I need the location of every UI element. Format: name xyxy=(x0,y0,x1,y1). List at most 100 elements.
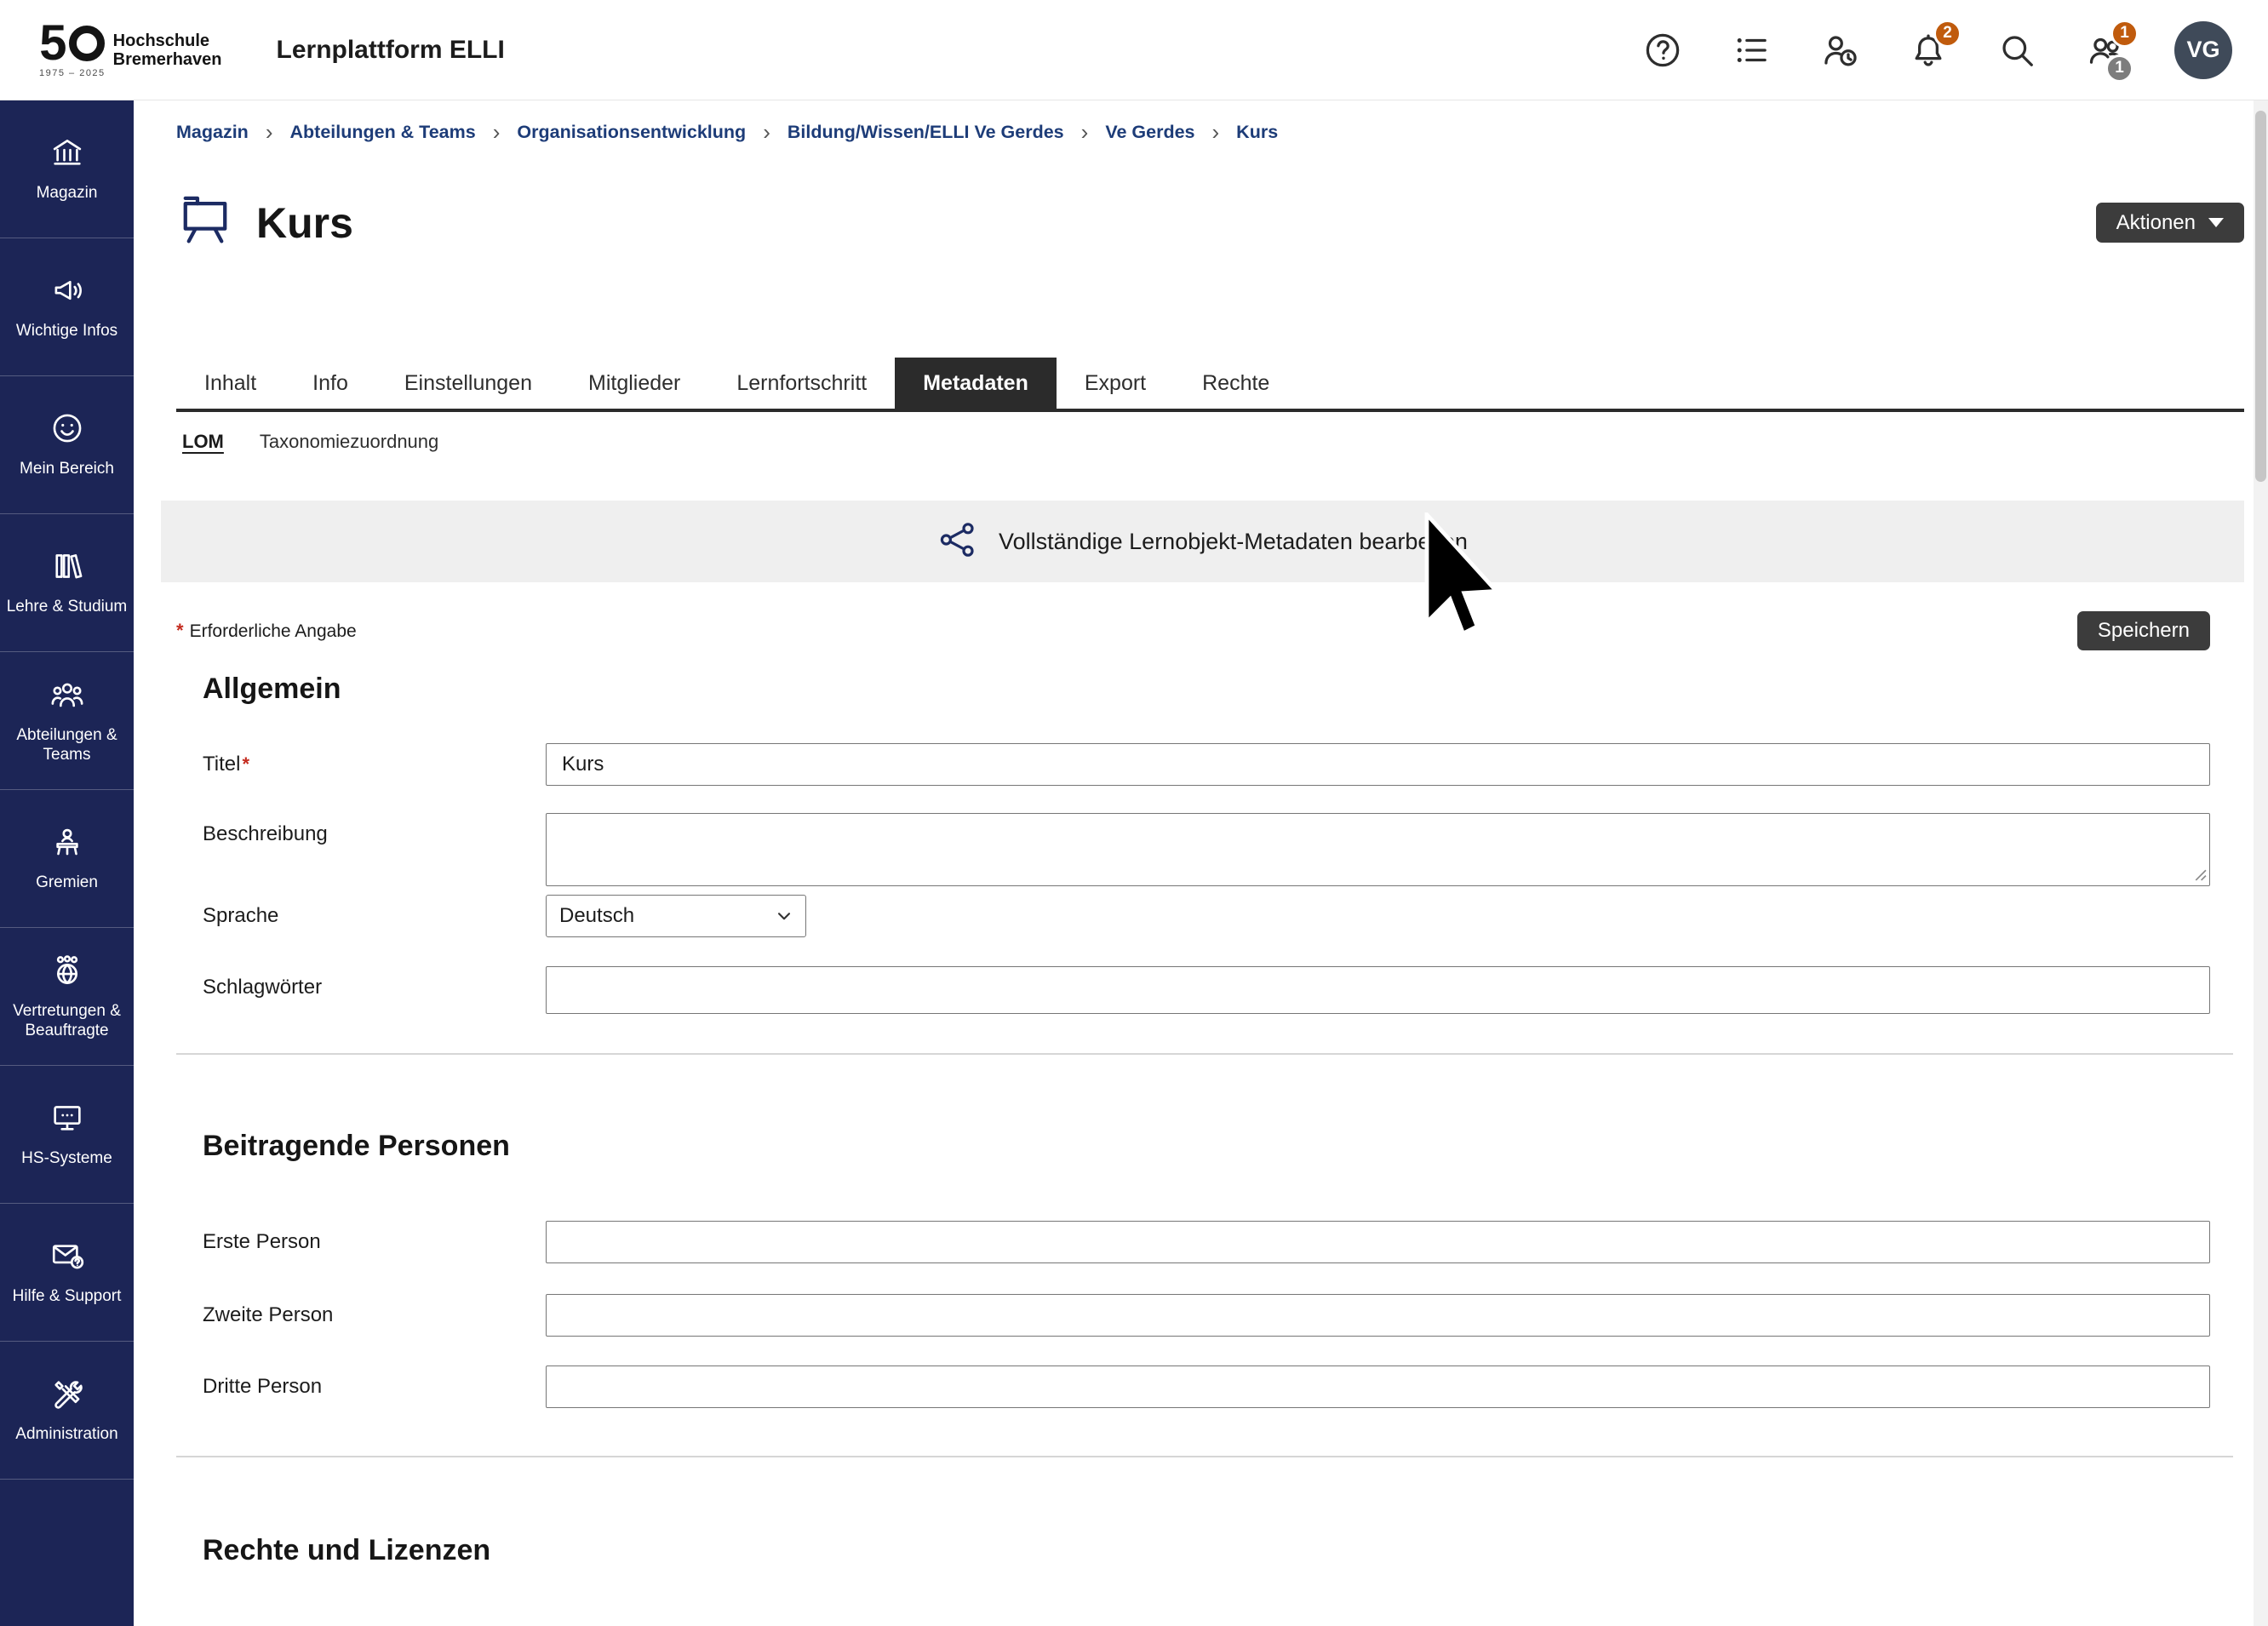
subtab-taxonomiezuordnung[interactable]: Taxonomiezuordnung xyxy=(260,431,438,453)
chevron-down-icon xyxy=(2208,218,2224,227)
monitor-icon xyxy=(49,1100,85,1140)
page-title-row: Kurs Aktionen xyxy=(176,169,2244,276)
sidebar-item-label: Hilfe & Support xyxy=(10,1286,124,1306)
scrollbar-thumb[interactable] xyxy=(2255,111,2266,482)
avatar[interactable]: VG xyxy=(2174,21,2232,79)
breadcrumb-item[interactable]: Organisationsentwicklung xyxy=(517,122,746,143)
beschreibung-textarea[interactable] xyxy=(546,813,2210,886)
dritte-person-label: Dritte Person xyxy=(203,1365,546,1399)
section-title-rechte: Rechte und Lizenzen xyxy=(203,1534,2244,1567)
contacts-badge-bottom: 1 xyxy=(2105,54,2133,83)
course-board-icon xyxy=(176,192,234,254)
tab-einstellungen[interactable]: Einstellungen xyxy=(376,358,560,409)
form-row-dritte-person: Dritte Person xyxy=(203,1365,2210,1408)
tab-rechte[interactable]: Rechte xyxy=(1174,358,1297,409)
todo-list-icon[interactable] xyxy=(1732,31,1771,70)
page-title: Kurs xyxy=(256,198,353,248)
tab-info[interactable]: Info xyxy=(284,358,376,409)
breadcrumb-item[interactable]: Ve Gerdes xyxy=(1105,122,1194,143)
search-icon[interactable] xyxy=(1997,31,2036,70)
logo-name-line2: Bremerhaven xyxy=(113,50,222,69)
titel-label-text: Titel xyxy=(203,753,240,776)
resize-handle-icon[interactable] xyxy=(2192,867,2207,881)
header-actions: 2 1 1 VG xyxy=(1643,21,2268,79)
sidebar-item-hilfe-support[interactable]: Hilfe & Support xyxy=(0,1204,134,1342)
sidebar-item-label: Magazin xyxy=(34,183,100,203)
app-title: Lernplattform ELLI xyxy=(277,36,505,65)
dritte-person-input[interactable] xyxy=(546,1365,2210,1408)
required-hint: *Erforderliche Angabe xyxy=(176,620,357,642)
contacts-badge-top: 1 xyxy=(2110,20,2139,48)
breadcrumb-item[interactable]: Kurs xyxy=(1236,122,1278,143)
sidebar-item-administration[interactable]: Administration xyxy=(0,1342,134,1480)
breadcrumb: Magazin › Abteilungen & Teams › Organisa… xyxy=(176,119,2244,146)
logo-name-line1: Hochschule xyxy=(113,31,222,50)
titel-label: Titel* xyxy=(203,743,546,776)
sprache-select[interactable]: Deutsch xyxy=(546,895,806,937)
main-content: Magazin › Abteilungen & Teams › Organisa… xyxy=(134,100,2254,1626)
subtab-bar: LOM Taxonomiezuordnung xyxy=(182,431,2244,453)
tab-mitglieder[interactable]: Mitglieder xyxy=(560,358,708,409)
section-title-beitragende: Beitragende Personen xyxy=(203,1130,2244,1163)
breadcrumb-item[interactable]: Abteilungen & Teams xyxy=(290,122,476,143)
copyright-label: Copyright xyxy=(203,1620,546,1626)
form-row-zweite-person: Zweite Person xyxy=(203,1294,2210,1337)
help-icon[interactable] xyxy=(1643,31,1682,70)
smiley-icon xyxy=(49,410,85,450)
tab-lernfortschritt[interactable]: Lernfortschritt xyxy=(708,358,895,409)
sidebar-item-lehre-studium[interactable]: Lehre & Studium xyxy=(0,514,134,652)
schlagwoerter-input[interactable] xyxy=(546,966,2210,1014)
breadcrumb-separator-icon: › xyxy=(1212,119,1220,146)
tab-metadaten[interactable]: Metadaten xyxy=(895,358,1057,409)
tab-bar: Inhalt Info Einstellungen Mitglieder Ler… xyxy=(176,358,2244,412)
erste-person-input[interactable] xyxy=(546,1221,2210,1263)
sidebar-item-label: Vertretungen & Beauftragte xyxy=(0,1001,134,1040)
chevron-down-icon xyxy=(773,905,795,927)
tab-export[interactable]: Export xyxy=(1057,358,1174,409)
sidebar-item-abteilungen-teams[interactable]: Abteilungen & Teams xyxy=(0,652,134,790)
user-clock-icon[interactable] xyxy=(1820,31,1859,70)
breadcrumb-item[interactable]: Magazin xyxy=(176,122,249,143)
sidebar-item-label: Gremien xyxy=(33,873,100,892)
sidebar-item-vertretungen-beauftragte[interactable]: Vertretungen & Beauftragte xyxy=(0,928,134,1066)
breadcrumb-separator-icon: › xyxy=(763,119,770,146)
form-meta-row: *Erforderliche Angabe Speichern xyxy=(176,611,2244,650)
logo-zero-ring xyxy=(69,26,105,61)
breadcrumb-item[interactable]: Bildung/Wissen/ELLI Ve Gerdes xyxy=(788,122,1064,143)
logo-50: 5 1975 – 2025 xyxy=(39,21,106,78)
save-button[interactable]: Speichern xyxy=(2077,611,2210,650)
page: 5 1975 – 2025 Hochschule Bremerhaven Ler… xyxy=(0,0,2268,1626)
breadcrumb-separator-icon: › xyxy=(1081,119,1089,146)
banner-label: Vollständige Lernobjekt-Metadaten bearbe… xyxy=(999,529,1468,555)
beschreibung-label: Beschreibung xyxy=(203,813,546,846)
sprache-select-value: Deutsch xyxy=(559,904,634,928)
hs-bremerhaven-logo[interactable]: 5 1975 – 2025 Hochschule Bremerhaven xyxy=(0,21,222,78)
form-row-erste-person: Erste Person xyxy=(203,1221,2210,1263)
form-row-titel: Titel* xyxy=(203,743,2210,786)
zweite-person-label: Zweite Person xyxy=(203,1294,546,1327)
vertical-scrollbar[interactable] xyxy=(2254,100,2268,1626)
sidebar-item-magazin[interactable]: Magazin xyxy=(0,100,134,238)
sidebar-item-wichtige-infos[interactable]: Wichtige Infos xyxy=(0,238,134,376)
bell-icon[interactable]: 2 xyxy=(1909,31,1948,70)
sidebar-item-mein-bereich[interactable]: Mein Bereich xyxy=(0,376,134,514)
titel-input[interactable] xyxy=(546,743,2210,786)
metadata-graph-icon xyxy=(937,519,978,564)
actions-button-label: Aktionen xyxy=(2116,211,2196,235)
sidebar-item-label: Wichtige Infos xyxy=(14,321,120,341)
zweite-person-input[interactable] xyxy=(546,1294,2210,1337)
sprache-label: Sprache xyxy=(203,895,546,928)
lectern-icon xyxy=(49,824,85,864)
subtab-lom[interactable]: LOM xyxy=(182,431,224,453)
actions-button[interactable]: Aktionen xyxy=(2096,203,2244,243)
sidebar-item-label: Mein Bereich xyxy=(17,459,117,478)
edit-full-metadata-banner[interactable]: Vollständige Lernobjekt-Metadaten bearbe… xyxy=(161,501,2244,582)
contacts-icon[interactable]: 1 1 xyxy=(2086,31,2125,70)
mail-question-icon xyxy=(49,1238,85,1278)
tab-inhalt[interactable]: Inhalt xyxy=(176,358,284,409)
copyright-radio-group: All rights reserved xyxy=(546,1620,2210,1626)
sidebar: Magazin Wichtige Infos Mein Bereich Lehr… xyxy=(0,100,134,1626)
sidebar-item-hs-systeme[interactable]: HS-Systeme xyxy=(0,1066,134,1204)
sidebar-item-gremien[interactable]: Gremien xyxy=(0,790,134,928)
tools-icon xyxy=(49,1376,85,1416)
